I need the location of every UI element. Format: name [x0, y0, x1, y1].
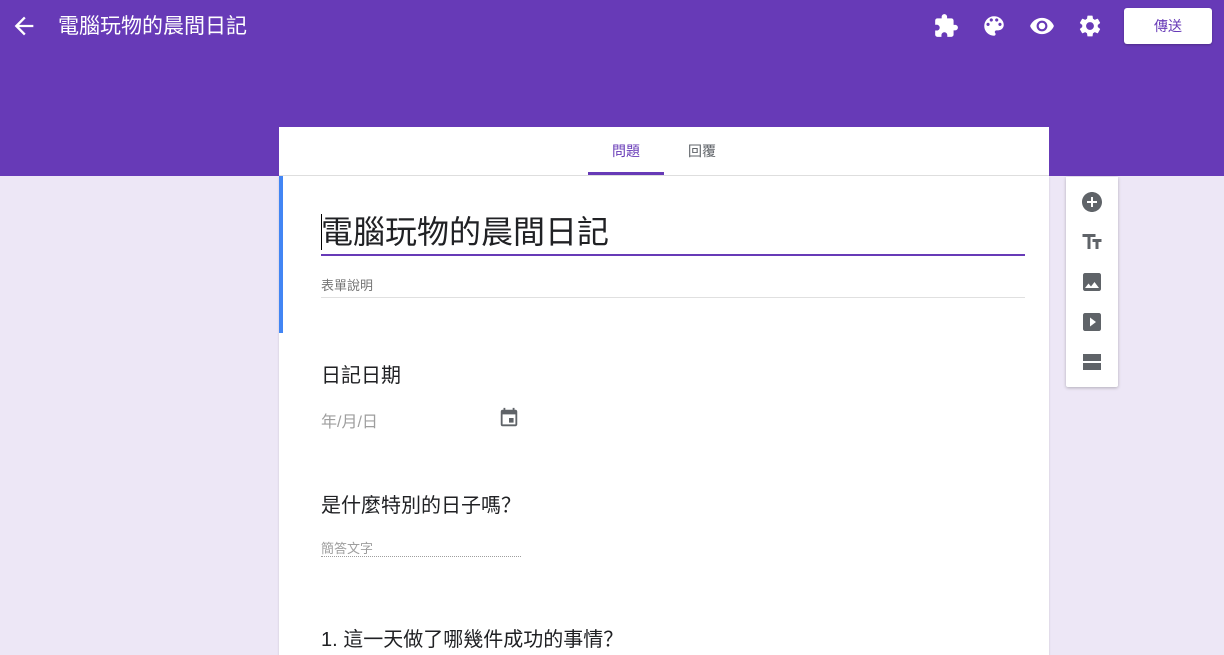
add-image-icon[interactable]	[1080, 270, 1104, 294]
active-tab-indicator	[588, 172, 664, 175]
side-toolbar	[1066, 177, 1118, 387]
puzzle-addon-icon[interactable]	[933, 13, 959, 39]
text-cursor	[321, 214, 322, 250]
add-video-icon[interactable]	[1080, 310, 1104, 334]
add-question-icon[interactable]	[1080, 190, 1104, 214]
form-title-text: 電腦玩物的晨間日記	[321, 213, 610, 251]
palette-icon[interactable]	[981, 13, 1007, 39]
send-button[interactable]: 傳送	[1124, 8, 1212, 44]
back-arrow-icon[interactable]	[10, 12, 38, 40]
calendar-icon	[500, 407, 518, 427]
add-section-icon[interactable]	[1080, 350, 1104, 374]
question-title-date[interactable]: 日記日期	[321, 359, 401, 388]
tab-questions[interactable]: 問題	[588, 127, 664, 175]
tab-responses[interactable]: 回覆	[664, 127, 740, 175]
app-title: 電腦玩物的晨間日記	[58, 15, 247, 38]
form-description-input[interactable]: 表單說明	[321, 277, 1025, 298]
form-title-input[interactable]: 電腦玩物的晨間日記	[321, 210, 1025, 256]
eye-preview-icon[interactable]	[1029, 13, 1055, 39]
tabs-bar: 問題 回覆	[279, 127, 1049, 176]
short-answer-field: 簡答文字	[321, 538, 521, 557]
question-title-special-day[interactable]: 是什麼特別的日子嗎？	[321, 489, 521, 518]
date-placeholder: 年/月/日	[321, 414, 378, 431]
gear-settings-icon[interactable]	[1077, 13, 1103, 39]
form-editor: 電腦玩物的晨間日記 表單說明 日記日期 年/月/日 是什麼特別的日子嗎？ 簡答文…	[279, 176, 1049, 655]
form-header-section[interactable]: 電腦玩物的晨間日記 表單說明	[279, 176, 1049, 333]
add-title-icon[interactable]	[1080, 230, 1104, 254]
question-title-successes[interactable]: 1. 這一天做了哪幾件成功的事情？	[321, 623, 623, 652]
